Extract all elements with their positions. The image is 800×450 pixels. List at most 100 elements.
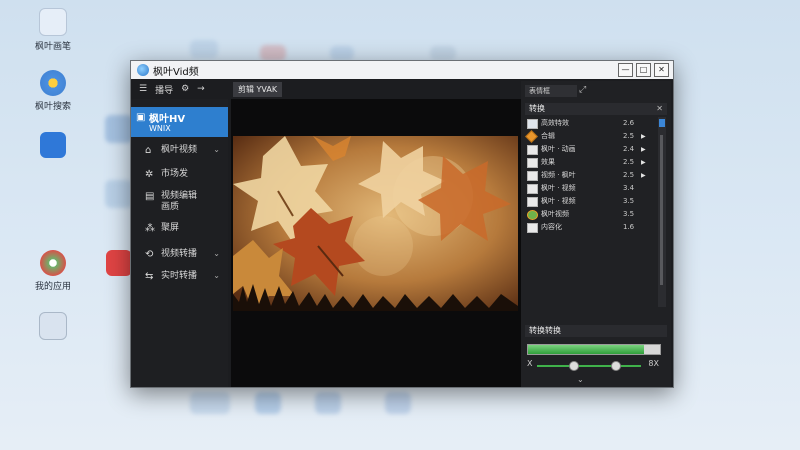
- paint-app-icon: [39, 8, 67, 36]
- progress-section-label: 转换转换: [529, 326, 561, 335]
- list-item[interactable]: 合辑 2.5 ▶: [525, 130, 657, 143]
- scrollbar-track[interactable]: [660, 135, 663, 285]
- play-icon[interactable]: ▶: [641, 143, 646, 156]
- file-icon: [527, 223, 538, 233]
- list-item[interactable]: 枫叶 · 动画 2.4 ▶: [525, 143, 657, 156]
- file-name: 合辑: [541, 132, 555, 140]
- camera-icon: ▣: [136, 112, 146, 123]
- slider-knob-low[interactable]: [569, 361, 580, 371]
- document-app-icon: [39, 312, 67, 340]
- app-logo-icon: [137, 64, 149, 76]
- sidebar-item-3[interactable]: ⁂ 聚屏: [131, 223, 228, 237]
- folder-icon: [527, 119, 538, 129]
- window-title: 枫叶Vid频: [153, 66, 199, 78]
- video-frame[interactable]: [233, 136, 518, 311]
- file-size: 2.5: [623, 158, 635, 166]
- blurred-icon: [330, 46, 354, 60]
- list-item[interactable]: 内容化 1.6: [525, 221, 657, 234]
- desktop-icon-label: 枫叶画笔: [34, 42, 71, 52]
- blurred-icon: [430, 46, 456, 60]
- desktop-icon-label: 我的应用: [34, 282, 71, 292]
- file-name: 效果: [541, 158, 555, 166]
- desktop-icon-doc[interactable]: [22, 312, 84, 343]
- range-slider[interactable]: X 8X: [527, 359, 659, 371]
- list-item[interactable]: 枫叶 · 视频 3.5: [525, 195, 657, 208]
- play-icon[interactable]: ▶: [641, 156, 646, 169]
- chevron-down-icon[interactable]: ⌄: [577, 375, 584, 384]
- scrollbar[interactable]: [658, 117, 666, 307]
- file-list: 高效特效 2.6 合辑 2.5 ▶ 枫叶 · 动画 2.4 ▶ 效果 2.5 ▶: [525, 117, 657, 234]
- file-size: 2.5: [623, 132, 635, 140]
- file-size: 3.5: [623, 197, 635, 205]
- sidebar: ▣ 枫叶HV WNIX ⌂ 枫叶视频 ⌄ ✲ 市场发 ▤ 视频编辑 画质 ⁂ 聚…: [131, 99, 228, 387]
- sidebar-item-1[interactable]: ✲ 市场发: [131, 169, 228, 183]
- desktop-icon-apps[interactable]: 我的应用: [22, 250, 84, 292]
- tab-editor[interactable]: 剪辑 YVAK: [233, 82, 283, 97]
- title-bar[interactable]: 枫叶Vid频 — □ ✕: [131, 61, 673, 79]
- sidebar-active-title: 枫叶HV: [149, 114, 186, 125]
- sidebar-item-2[interactable]: ▤ 视频编辑 画质: [131, 191, 228, 215]
- sidebar-item-label-group: 视频编辑 画质: [161, 191, 197, 213]
- panel-search-input[interactable]: 表情框: [525, 85, 577, 97]
- blurred-icon: [255, 392, 281, 414]
- menu-icon[interactable]: ☰: [139, 84, 147, 94]
- list-item[interactable]: 视频 · 枫叶 2.5 ▶: [525, 169, 657, 182]
- desktop-icon-shield[interactable]: [22, 132, 84, 161]
- sidebar-item-active[interactable]: ▣ 枫叶HV WNIX: [131, 107, 228, 137]
- sidebar-item-0[interactable]: ⌂ 枫叶视频 ⌄: [131, 145, 228, 159]
- chevron-down-icon: ⌄: [213, 145, 220, 154]
- close-icon[interactable]: ✕: [656, 103, 663, 115]
- play-icon[interactable]: ▶: [641, 169, 646, 182]
- file-size: 2.4: [623, 145, 635, 153]
- sidebar-item-label: 聚屏: [161, 223, 180, 233]
- file-size: 3.4: [623, 184, 635, 192]
- play-icon[interactable]: ▶: [641, 130, 646, 143]
- chevron-down-icon: ⌄: [213, 271, 220, 280]
- sidebar-item-4[interactable]: ⟲ 视频转播 ⌄: [131, 249, 228, 263]
- leaf-icon: [527, 210, 538, 220]
- settings-icon[interactable]: ⚙: [181, 84, 189, 94]
- video-preview-area: [231, 99, 521, 387]
- slider-left-label: X: [527, 359, 533, 368]
- forward-icon[interactable]: →: [197, 84, 205, 94]
- sidebar-item-label: 市场发: [161, 169, 189, 179]
- slider-track[interactable]: [537, 365, 641, 367]
- maximize-button[interactable]: □: [636, 63, 651, 77]
- blurred-icon: [105, 115, 133, 143]
- sidebar-item-label: 枫叶视频: [161, 145, 198, 155]
- desktop-icon-label: 枫叶搜索: [34, 102, 71, 112]
- blurred-icon: [105, 180, 133, 208]
- file-icon: [527, 184, 538, 194]
- sidebar-item-label: 实时转播: [161, 271, 198, 281]
- home-icon: ⌂: [145, 145, 152, 156]
- list-item[interactable]: 枫叶 · 视频 3.4: [525, 182, 657, 195]
- file-name: 高效特效: [541, 119, 569, 127]
- export-icon[interactable]: ⤢: [579, 85, 586, 95]
- list-item[interactable]: 枫叶视频 3.5: [525, 208, 657, 221]
- blurred-icon: [315, 392, 341, 414]
- app-window: 枫叶Vid频 — □ ✕ ☰ 播导 ⚙ → ▣ 枫叶HV WNIX ⌂ 枫叶视频…: [130, 60, 674, 388]
- desktop-icon-paint[interactable]: 枫叶画笔: [22, 8, 84, 52]
- minimize-button[interactable]: —: [618, 63, 633, 77]
- apps-app-icon: [40, 250, 66, 276]
- close-button[interactable]: ✕: [654, 63, 669, 77]
- list-item[interactable]: 高效特效 2.6: [525, 117, 657, 130]
- slider-knob-high[interactable]: [611, 361, 621, 371]
- tab-bar: 剪辑 YVAK: [231, 81, 521, 99]
- chevron-down-icon: ⌄: [213, 249, 220, 258]
- right-panel: 表情框 ⤢ 转换 ✕ 高效特效 2.6 合辑 2.5 ▶ 枫叶 · 动画 2.4: [521, 81, 671, 387]
- progress-bar: [527, 344, 661, 355]
- grid-icon: ⁂: [145, 223, 155, 234]
- blurred-icon: [385, 392, 411, 414]
- scrollbar-thumb[interactable]: [659, 119, 665, 127]
- file-icon: [527, 197, 538, 207]
- menu-label[interactable]: 播导: [155, 83, 173, 96]
- desktop-icon-search[interactable]: 枫叶搜索: [22, 70, 84, 112]
- sidebar-item-5[interactable]: ⇆ 实时转播 ⌄: [131, 271, 228, 285]
- red-app-icon: [106, 250, 132, 276]
- shield-app-icon: [40, 132, 66, 158]
- list-item[interactable]: 效果 2.5 ▶: [525, 156, 657, 169]
- panel-header: 转换 ✕: [525, 103, 667, 115]
- file-name: 枫叶视频: [541, 210, 569, 218]
- window-controls: — □ ✕: [618, 63, 669, 77]
